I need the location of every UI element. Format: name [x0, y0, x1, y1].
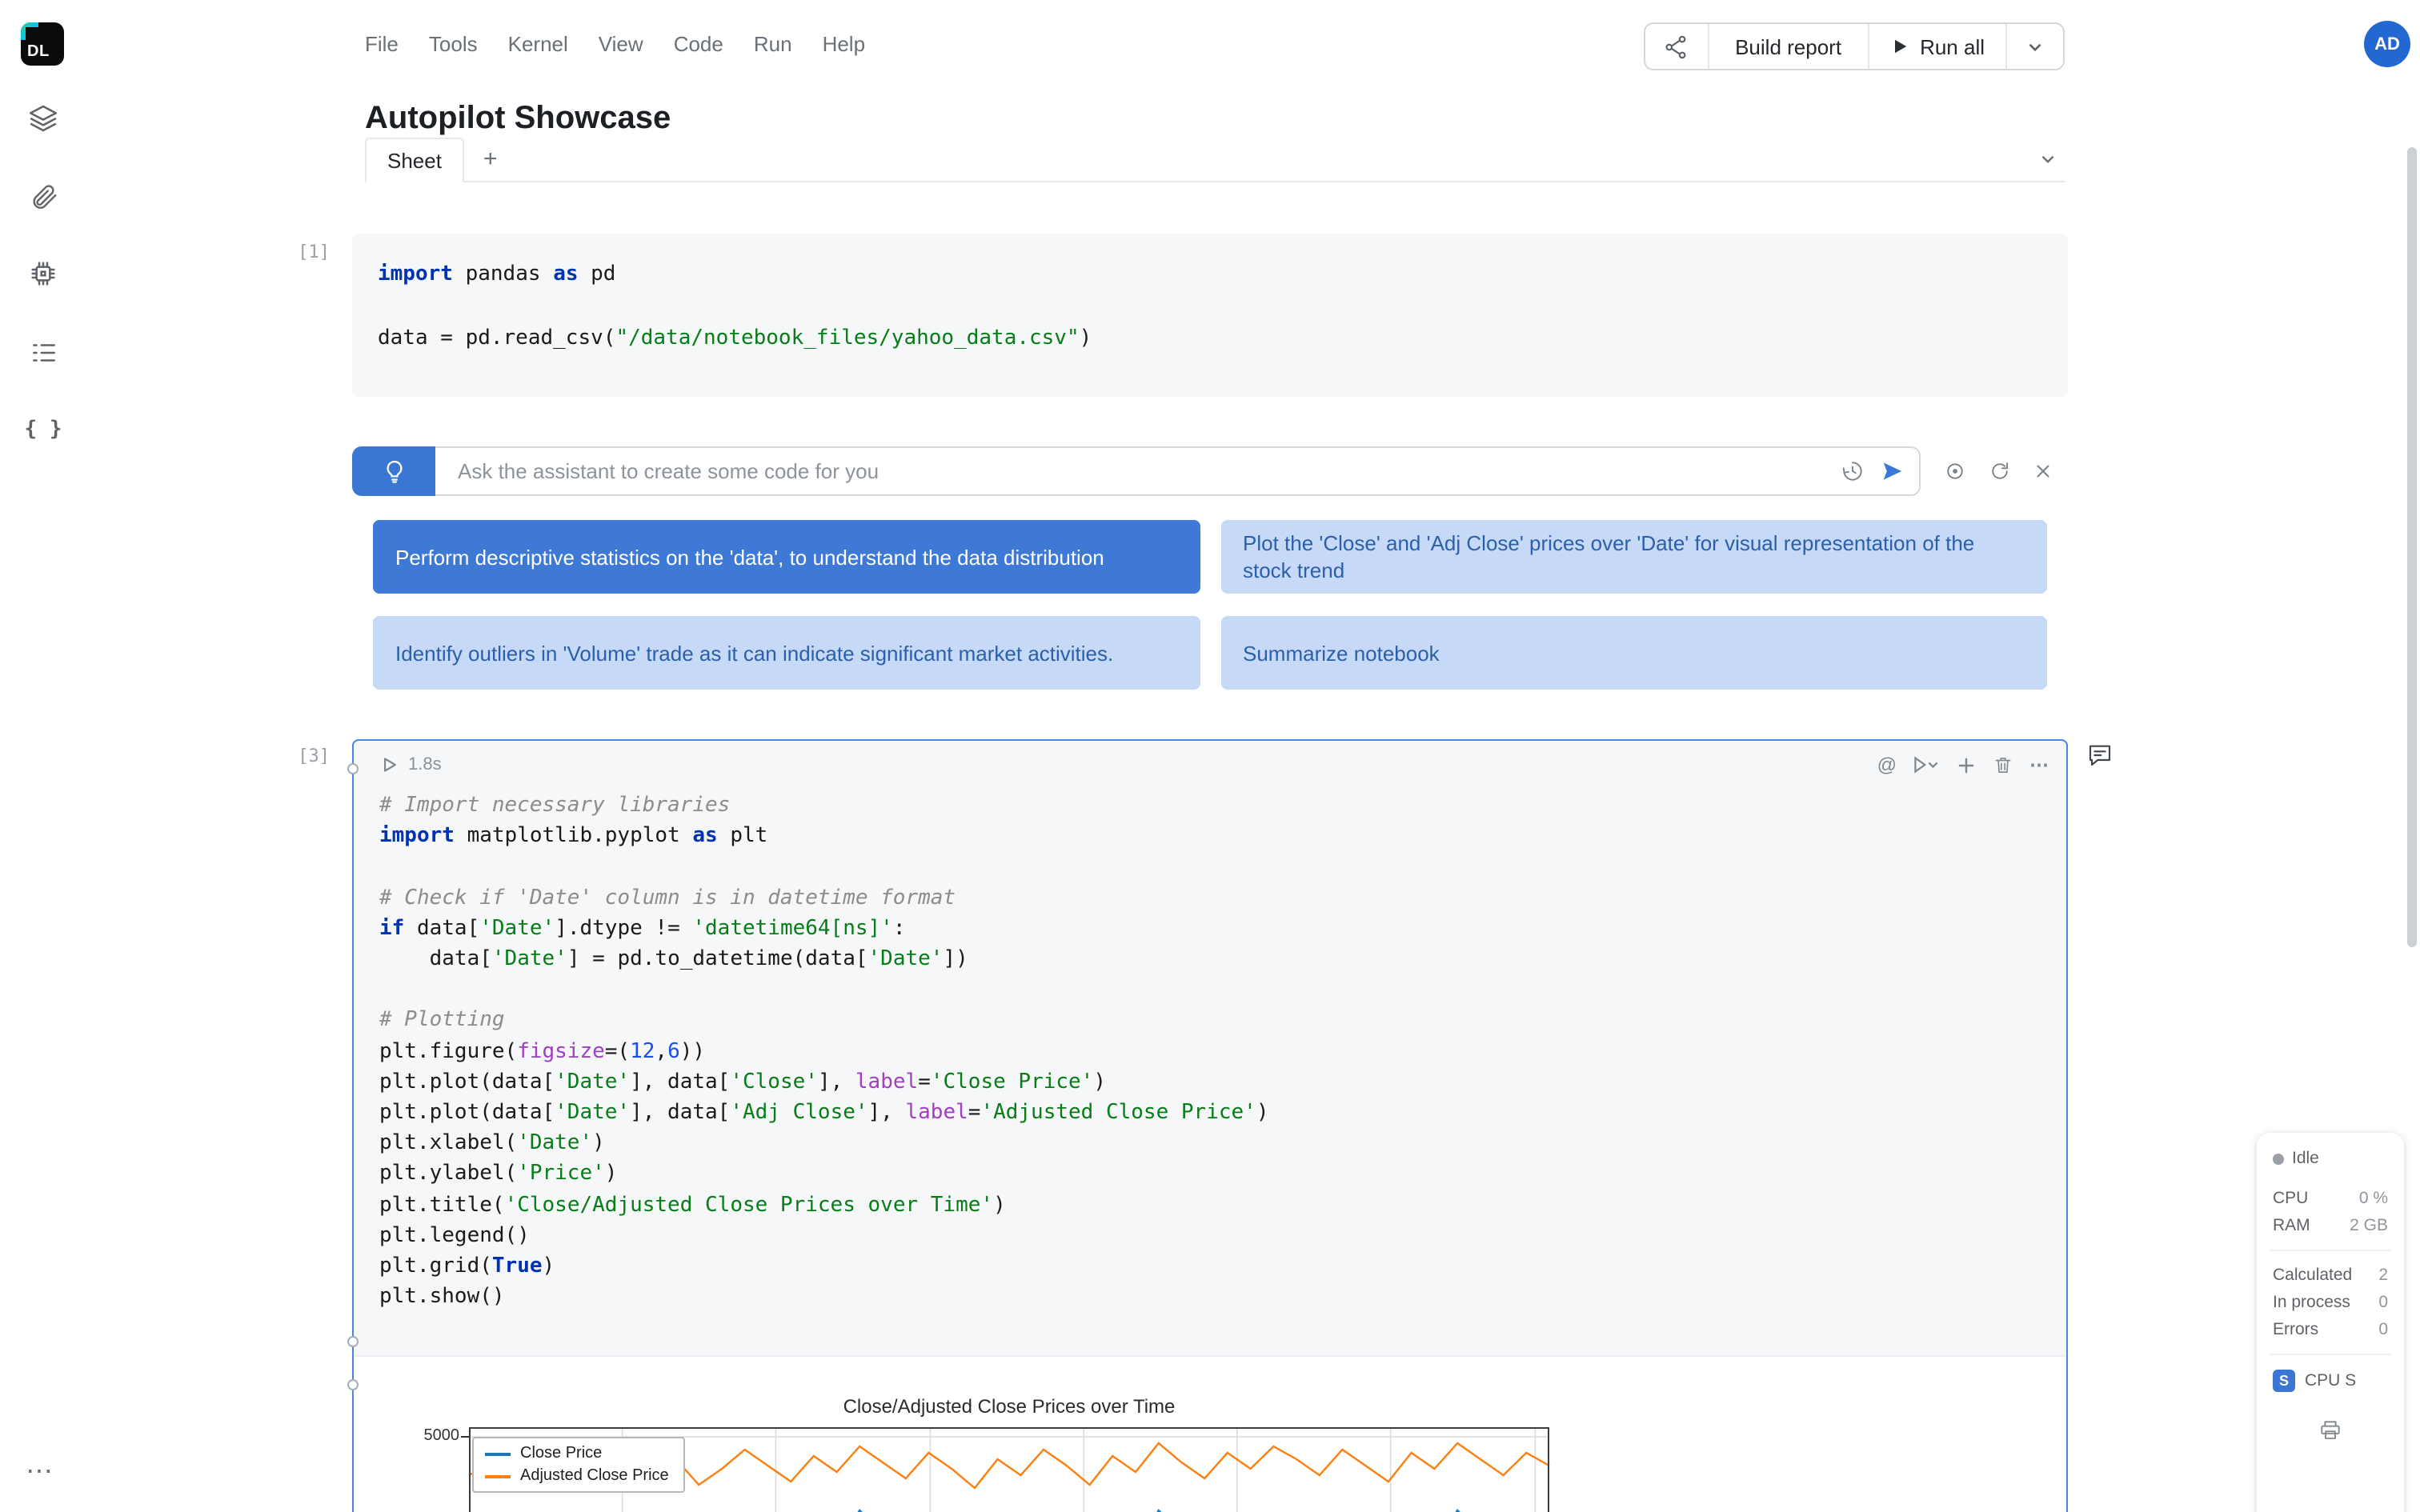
cell-runtime: 1.8s — [408, 755, 442, 774]
legend-swatch-adj-close — [485, 1475, 511, 1478]
ai-assistant-bar — [352, 446, 2068, 496]
menu-help[interactable]: Help — [823, 32, 866, 56]
cpu-metric: CPU0 % — [2273, 1189, 2388, 1208]
user-avatar[interactable]: AD — [2364, 21, 2410, 67]
cell-run-options-icon[interactable] — [1913, 755, 1940, 774]
kernel-state: Idle — [2273, 1149, 2388, 1168]
menu-code[interactable]: Code — [674, 32, 723, 56]
menu-tools[interactable]: Tools — [429, 32, 478, 56]
environment-icon[interactable] — [26, 256, 61, 291]
run-cell-icon[interactable] — [381, 755, 399, 774]
tabbar-chevron-icon[interactable] — [2037, 149, 2058, 178]
suggestion-descriptive-stats[interactable]: Perform descriptive statistics on the 'd… — [373, 520, 1200, 594]
refresh-icon[interactable] — [1988, 459, 2012, 483]
ram-metric: RAM2 GB — [2273, 1216, 2388, 1235]
cell1-code-editor[interactable]: import pandas as pd data = pd.read_csv("… — [352, 234, 2068, 355]
cell3-output: Close/Adjusted Close Prices over Time 50… — [354, 1356, 2066, 1512]
menu-kernel[interactable]: Kernel — [508, 32, 568, 56]
attachments-icon[interactable] — [26, 178, 61, 213]
menu-view[interactable]: View — [599, 32, 643, 56]
outline-icon[interactable] — [26, 334, 61, 370]
assistant-prompt-input[interactable] — [455, 458, 1825, 485]
errors-counter: Errors0 — [2273, 1320, 2388, 1339]
menu-file[interactable]: File — [365, 32, 399, 56]
cell-comment-icon[interactable] — [2087, 742, 2113, 773]
plot-area: 5000 Close Price Adjusted Close Price — [469, 1428, 1549, 1512]
plot-title: Close/Adjusted Close Prices over Time — [469, 1396, 1549, 1418]
legend-label: Close Price — [520, 1446, 602, 1463]
machine-selector[interactable]: S CPU S — [2273, 1370, 2388, 1392]
menu-bar: File Tools Kernel View Code Run Help — [365, 32, 865, 56]
plot-ytick-label: 5000 — [405, 1428, 459, 1446]
plot-legend: Close Price Adjusted Close Price — [472, 1438, 685, 1494]
tab-sheet[interactable]: Sheet — [365, 138, 464, 182]
mention-icon[interactable]: @ — [1877, 754, 1897, 776]
panel-divider — [2270, 1250, 2391, 1251]
printer-icon[interactable] — [2273, 1418, 2388, 1443]
calculated-counter: Calculated2 — [2273, 1266, 2388, 1285]
chevron-down-icon — [2025, 36, 2045, 57]
target-icon[interactable] — [1943, 459, 1967, 483]
suggestion-plot-prices[interactable]: Plot the 'Close' and 'Adj Close' prices … — [1220, 520, 2047, 594]
build-report-button[interactable]: Build report — [1709, 24, 1867, 69]
share-button[interactable] — [1645, 24, 1708, 69]
menu-run[interactable]: Run — [754, 32, 792, 56]
legend-swatch-close — [485, 1453, 511, 1456]
code-cell-3[interactable]: 1.8s @ ⋯ # Import necessary librariesimp… — [352, 739, 2068, 1512]
send-prompt-icon[interactable] — [1881, 459, 1905, 483]
notebooks-icon[interactable] — [26, 101, 61, 136]
toolbar: Build report Run all — [1644, 22, 2065, 70]
prompt-history-icon[interactable] — [1841, 459, 1865, 483]
panel-divider — [2270, 1354, 2391, 1355]
datalore-notebook-page: DL { } ⋯ File Tools Kernel View Code Run… — [0, 0, 2420, 1512]
left-sidebar: DL { } ⋯ — [0, 0, 86, 1512]
lightbulb-icon — [380, 458, 407, 485]
run-all-button[interactable]: Run all — [1869, 24, 2005, 69]
add-sheet-button[interactable]: + — [483, 146, 498, 173]
code-cell-1[interactable]: import pandas as pd data = pd.read_csv("… — [352, 234, 2068, 397]
play-icon — [1889, 37, 1909, 56]
add-cell-icon[interactable] — [1956, 754, 1977, 775]
cell-handle[interactable] — [347, 763, 359, 774]
assistant-suggestions: Perform descriptive statistics on the 'd… — [352, 520, 2068, 690]
status-dot-icon — [2273, 1153, 2284, 1164]
close-assistant-icon[interactable] — [2033, 461, 2053, 482]
run-options-chevron[interactable] — [2007, 24, 2063, 69]
assistant-input-wrap — [435, 446, 1921, 496]
cell3-gutter-label: [3] — [272, 746, 330, 766]
cell1-gutter-label: [1] — [272, 242, 330, 262]
sheet-tabbar: Sheet + — [365, 136, 2065, 182]
suggestion-identify-outliers[interactable]: Identify outliers in 'Volume' trade as i… — [373, 616, 1200, 690]
page-title: Autopilot Showcase — [365, 102, 671, 138]
suggestion-summarize-notebook[interactable]: Summarize notebook — [1220, 616, 2047, 690]
datalore-logo-icon[interactable]: DL — [21, 22, 64, 66]
cell3-code-editor[interactable]: # Import necessary librariesimport matpl… — [354, 790, 2066, 1313]
sidebar-more-icon[interactable]: ⋯ — [26, 1456, 54, 1488]
variables-icon[interactable]: { } — [26, 411, 61, 446]
machine-size-badge: S — [2273, 1370, 2295, 1392]
cell-handle[interactable] — [347, 1336, 359, 1347]
in-process-counter: In process0 — [2273, 1293, 2388, 1312]
kernel-status-panel: Idle CPU0 % RAM2 GB Calculated2 In proce… — [2257, 1133, 2404, 1512]
assistant-bulb-button[interactable] — [352, 446, 435, 496]
cell-handle[interactable] — [347, 1379, 359, 1390]
cell-more-icon[interactable]: ⋯ — [2029, 754, 2050, 776]
run-all-label: Run all — [1920, 34, 1985, 58]
page-scrollbar[interactable] — [2407, 147, 2417, 947]
legend-label: Adjusted Close Price — [520, 1468, 669, 1486]
delete-cell-icon[interactable] — [1993, 754, 2013, 776]
